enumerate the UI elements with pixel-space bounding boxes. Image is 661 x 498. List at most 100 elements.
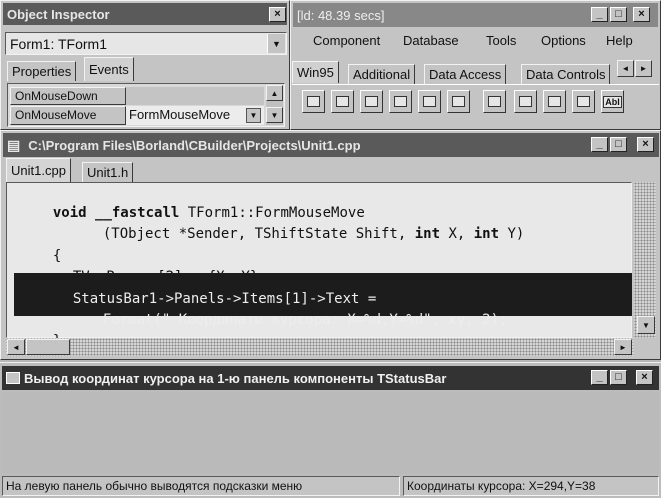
palette-component-button[interactable] <box>331 90 354 113</box>
palette-component-button[interactable]: AbI <box>601 90 624 113</box>
event-row[interactable]: OnMouseMove <box>10 106 126 125</box>
maximize-icon: □ <box>615 8 622 20</box>
menu-help[interactable]: Help <box>606 33 633 48</box>
component-icon <box>519 96 532 107</box>
palette-component-button[interactable] <box>543 90 566 113</box>
event-value-dropdown-button[interactable]: ▼ <box>246 108 261 123</box>
tab-additional[interactable]: Additional <box>348 64 416 84</box>
ide-minimize-button[interactable]: _ <box>591 7 608 22</box>
tab-unit1-cpp-label: Unit1.cpp <box>11 163 66 178</box>
chevron-down-icon: ▼ <box>249 111 258 120</box>
editor-horizontal-scrollbar[interactable] <box>6 338 634 356</box>
form-minimize-button[interactable]: _ <box>591 370 608 385</box>
palette-component-button[interactable] <box>302 90 325 113</box>
tab-unit1-h-label: Unit1.h <box>87 165 129 180</box>
menu-options-label: Options <box>541 33 586 48</box>
events-scrollbar[interactable]: ▲ ▼ <box>266 85 283 125</box>
event-row[interactable]: OnMouseDown <box>10 87 126 105</box>
editor-maximize-button[interactable]: □ <box>610 137 627 152</box>
scroll-right-button[interactable]: ► <box>614 339 632 355</box>
object-inspector-titlebar[interactable]: Object Inspector <box>3 3 287 25</box>
maximize-icon: □ <box>615 138 622 150</box>
palette-component-button[interactable] <box>514 90 537 113</box>
form-client-area[interactable] <box>2 392 659 474</box>
component-icon <box>423 96 436 107</box>
palette-component-button[interactable] <box>418 90 441 113</box>
keyword: void <box>52 205 87 221</box>
palette-component-button[interactable] <box>360 90 383 113</box>
menu-help-label: Help <box>606 33 633 48</box>
event-value-input[interactable]: FormMouseMove <box>126 106 264 125</box>
editor-close-button[interactable]: × <box>637 137 654 152</box>
status-coordinates-text: Координаты курсора: X=294,Y=38 <box>407 479 596 493</box>
arrow-up-icon: ▲ <box>270 88 279 98</box>
tab-data-access-label: Data Access <box>429 67 502 82</box>
component-icon <box>577 96 590 107</box>
menu-component[interactable]: Component <box>313 33 380 48</box>
object-inspector-close-button[interactable]: × <box>269 7 286 22</box>
editor-minimize-button[interactable]: _ <box>591 137 608 152</box>
event-name: OnMouseDown <box>15 89 98 103</box>
menu-options[interactable]: Options <box>541 33 586 48</box>
palette-component-button[interactable] <box>447 90 470 113</box>
arrow-right-icon: ► <box>639 64 648 73</box>
component-icon <box>336 96 349 107</box>
event-value[interactable] <box>126 87 264 105</box>
scroll-down-button[interactable]: ▼ <box>266 107 283 123</box>
form-close-button[interactable]: × <box>636 370 653 385</box>
code-editor-title: C:\Program Files\Borland\CBuilder\Projec… <box>28 137 361 153</box>
palette-scroll-left-button[interactable]: ◄ <box>617 60 634 77</box>
palette-component-button[interactable] <box>389 90 412 113</box>
component-icon <box>394 96 407 107</box>
keyword: int <box>414 226 441 242</box>
form-title: Вывод координат курсора на 1-ю панель ко… <box>24 370 447 386</box>
menu-component-label: Component <box>313 33 381 48</box>
scroll-down-button[interactable]: ▼ <box>637 316 655 334</box>
menu-tools[interactable]: Tools <box>486 33 516 48</box>
palette-component-button[interactable] <box>483 90 506 113</box>
tab-data-access[interactable]: Data Access <box>424 64 507 84</box>
form-icon <box>6 372 20 384</box>
object-inspector-window: Object Inspector × Form1: TForm1 ▼ Prope… <box>0 0 290 130</box>
status-panel-hint: На левую панель обычно выводятся подсказ… <box>2 476 400 496</box>
tab-properties[interactable]: Properties <box>7 61 77 81</box>
palette-component-button[interactable] <box>572 90 595 113</box>
tab-data-controls[interactable]: Data Controls <box>521 64 611 84</box>
scroll-left-button[interactable]: ◄ <box>7 339 25 355</box>
event-name: OnMouseMove <box>15 108 97 122</box>
close-icon: × <box>638 8 645 20</box>
component-icon <box>307 96 320 107</box>
maximize-icon: □ <box>615 371 622 383</box>
code-editor-titlebar[interactable]: ▤ C:\Program Files\Borland\CBuilder\Proj… <box>3 133 659 157</box>
object-selector-combo[interactable]: Form1: TForm1 ▼ <box>5 32 287 55</box>
tab-properties-label: Properties <box>12 64 72 79</box>
menu-database[interactable]: Database <box>403 33 459 48</box>
close-icon: × <box>641 371 648 383</box>
arrow-down-icon: ▼ <box>642 320 650 330</box>
tab-data-controls-label: Data Controls <box>526 67 606 82</box>
ide-close-button[interactable]: × <box>633 7 650 22</box>
component-icon <box>365 96 378 107</box>
close-icon: × <box>642 138 649 150</box>
status-panel-coordinates: Координаты курсора: X=294,Y=38 <box>403 476 659 496</box>
status-hint-text: На левую панель обычно выводятся подсказ… <box>6 479 303 493</box>
code-line-selected: Format(" Координаты курсора: X=%d,Y=%d",… <box>86 296 508 328</box>
palette-label-text: AbI <box>603 95 622 108</box>
horizontal-scroll-thumb[interactable] <box>26 339 70 355</box>
palette-scroll-right-button[interactable]: ► <box>635 60 652 77</box>
event-value-text: FormMouseMove <box>129 107 231 122</box>
tab-unit1-cpp[interactable]: Unit1.cpp <box>6 158 71 182</box>
editor-vertical-scrollbar[interactable] <box>634 182 656 338</box>
menu-database-label: Database <box>403 33 459 48</box>
ide-maximize-button[interactable]: □ <box>610 7 627 22</box>
tab-win95[interactable]: Win95 <box>292 61 339 83</box>
scroll-up-button[interactable]: ▲ <box>266 85 283 101</box>
object-selector-dropdown-button[interactable]: ▼ <box>267 34 285 53</box>
tab-unit1-h[interactable]: Unit1.h <box>82 162 134 182</box>
code-text: Y) <box>499 226 525 242</box>
object-selector-value: Form1: TForm1 <box>10 36 107 52</box>
form-titlebar[interactable]: Вывод координат курсора на 1-ю панель ко… <box>2 366 659 390</box>
form-maximize-button[interactable]: □ <box>610 370 627 385</box>
tab-events[interactable]: Events <box>84 57 134 81</box>
component-icon <box>452 96 465 107</box>
